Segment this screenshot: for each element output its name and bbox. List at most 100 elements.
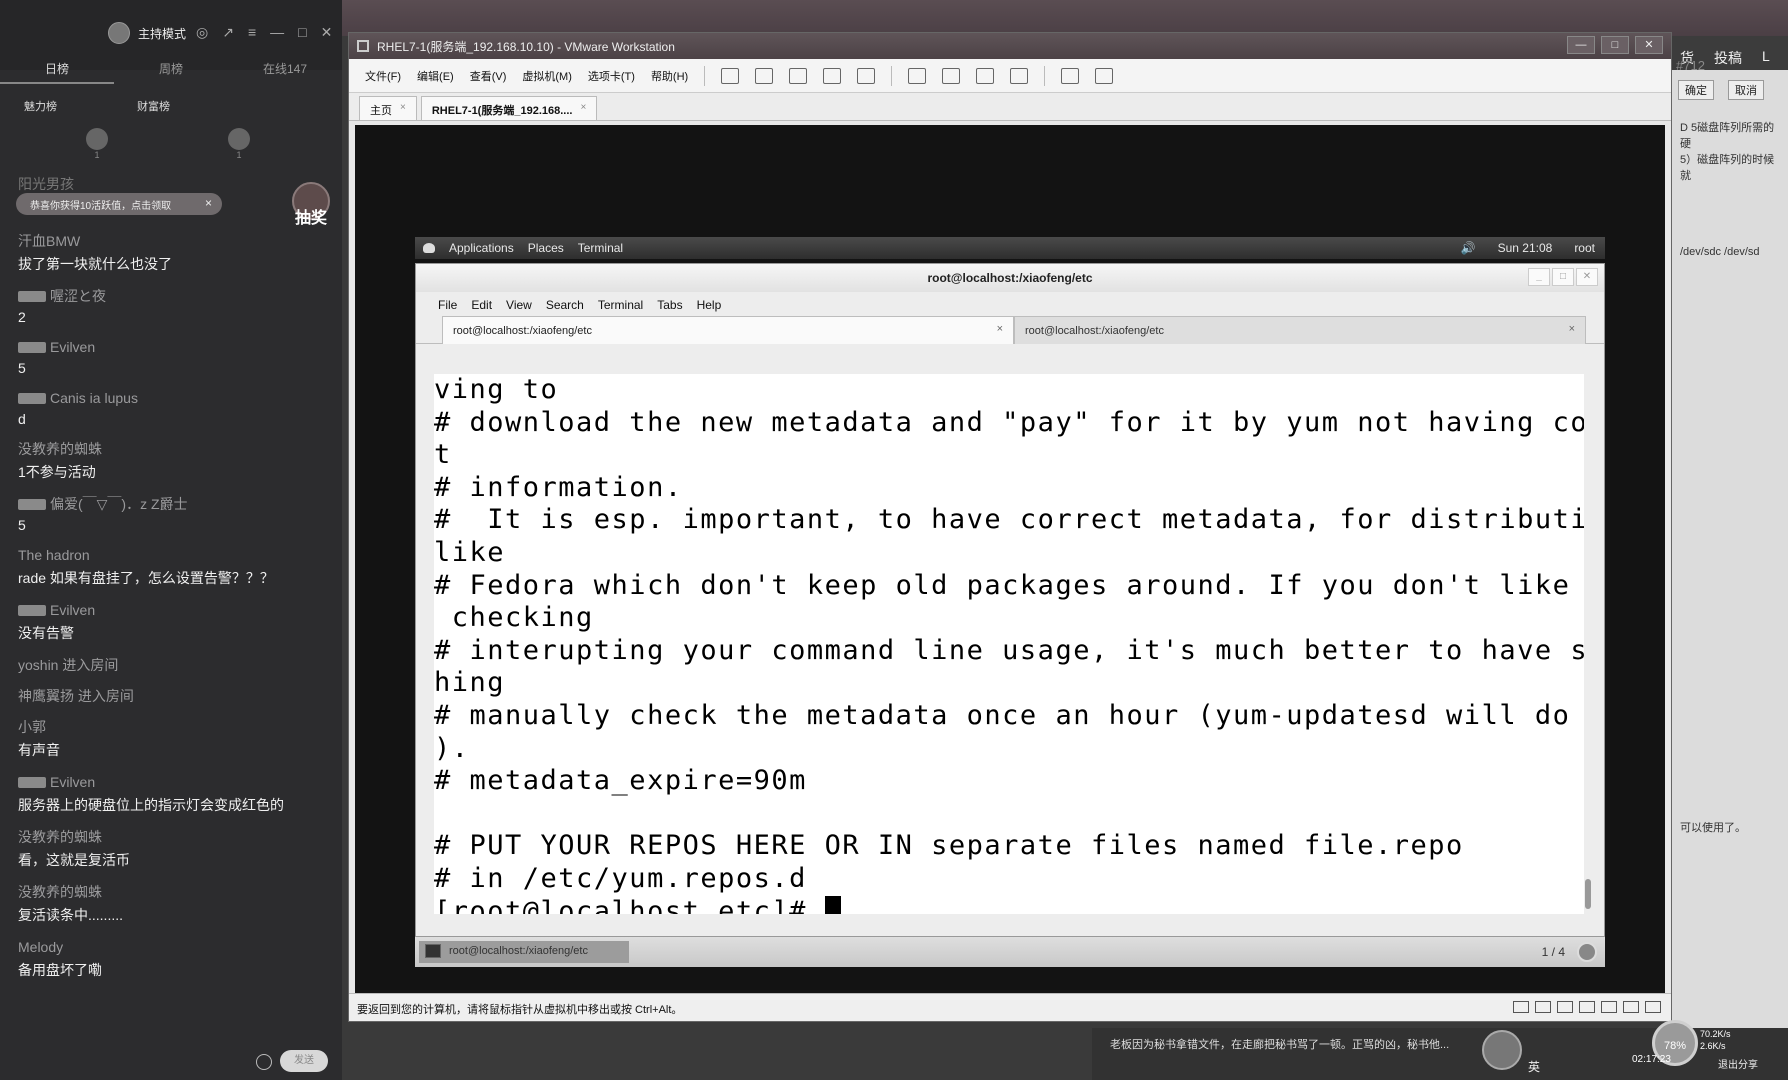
tab-home[interactable]: 主页 × <box>359 96 417 120</box>
snapshot-manager-icon[interactable] <box>857 67 876 84</box>
reward-banner[interactable]: 恭喜你获得10活跃值，点击领取 × <box>16 193 222 215</box>
close-icon[interactable]: × <box>997 323 1003 335</box>
nav-item[interactable]: L <box>1762 48 1770 70</box>
host-avatar[interactable] <box>108 22 130 44</box>
lottery-button[interactable]: 抽奖 <box>288 182 334 234</box>
menu-view[interactable]: 查看(V) <box>470 68 507 84</box>
rank-avatar[interactable] <box>228 128 250 150</box>
minimize-button[interactable]: _ <box>1528 268 1550 286</box>
menu-terminal[interactable]: Terminal <box>598 298 643 316</box>
nav-item[interactable]: 投稿 <box>1714 48 1742 70</box>
tab-online[interactable]: 在线147 <box>228 60 342 84</box>
ime-indicator[interactable]: 英 <box>1528 1058 1540 1075</box>
terminal-titlebar[interactable]: root@localhost:/xiaofeng/etc _ □ ✕ <box>416 264 1604 292</box>
wealth-rank-label[interactable]: 财富榜 <box>137 98 170 114</box>
news-ticker[interactable]: 老板因为秘书拿错文件，在走廊把秘书骂了一顿。正骂的凶，秘书他... <box>1110 1036 1449 1052</box>
minimize-button[interactable]: — <box>1567 36 1595 54</box>
display-icon[interactable] <box>1623 1001 1639 1013</box>
tab-vm[interactable]: RHEL7-1(服务端_192.168.... × <box>420 96 598 120</box>
clock[interactable]: Sun 21:08 <box>1498 241 1553 255</box>
message-username[interactable]: Evilven <box>18 338 328 356</box>
terminal-menu[interactable]: Terminal <box>578 241 623 255</box>
message-username[interactable]: 喔涩と夜 <box>18 287 328 305</box>
menu-edit[interactable]: Edit <box>471 298 492 316</box>
menu-view[interactable]: View <box>506 298 532 316</box>
console-icon[interactable] <box>1061 67 1080 84</box>
share-icon[interactable]: ↗ <box>222 24 234 41</box>
presenter-avatar[interactable] <box>1482 1030 1522 1070</box>
menu-icon[interactable]: ≡ <box>248 24 256 41</box>
charm-rank-label[interactable]: 魅力榜 <box>24 98 57 114</box>
maximize-button[interactable]: □ <box>1601 36 1629 54</box>
menu-tabs[interactable]: Tabs <box>657 298 682 316</box>
message-username[interactable]: Evilven <box>18 601 328 619</box>
speaker-icon[interactable]: 🔊 <box>1461 241 1476 255</box>
message-username[interactable]: The hadron <box>18 546 328 564</box>
emoji-icon[interactable] <box>256 1054 272 1070</box>
places-menu[interactable]: Places <box>528 241 564 255</box>
menu-help[interactable]: 帮助(H) <box>651 68 688 84</box>
tab-weekly[interactable]: 周榜 <box>114 60 228 84</box>
menu-edit[interactable]: 编辑(E) <box>417 68 454 84</box>
message-username[interactable]: 没教养的蜘蛛 <box>18 883 328 901</box>
vmware-titlebar[interactable]: RHEL7-1(服务端_192.168.10.10) - VMware Work… <box>349 33 1671 59</box>
taskbar-terminal-item[interactable]: root@localhost:/xiaofeng/etc <box>419 941 629 963</box>
thumbnail-icon[interactable] <box>942 67 961 84</box>
terminal-tab-2[interactable]: root@localhost:/xiaofeng/etc × <box>1014 316 1586 344</box>
terminal-scrollbar[interactable] <box>1584 374 1592 914</box>
fullscreen-icon[interactable] <box>976 67 995 84</box>
menu-help[interactable]: Help <box>697 298 722 316</box>
message-username[interactable]: Canis ia lupus <box>18 389 328 407</box>
menu-search[interactable]: Search <box>546 298 584 316</box>
menu-tabs[interactable]: 选项卡(T) <box>588 68 635 84</box>
message-username[interactable]: 小郭 <box>18 718 328 736</box>
close-button[interactable]: ✕ <box>1635 36 1663 54</box>
snapshot-icon[interactable] <box>789 67 808 84</box>
system-clock[interactable]: 02:17:23 <box>1632 1054 1671 1065</box>
message-username[interactable]: 偏爱(￣▽￣)．z Z爵士 <box>18 495 328 513</box>
message-username[interactable]: 没教养的蜘蛛 <box>18 440 328 458</box>
close-icon[interactable]: × <box>580 102 586 120</box>
confirm-button[interactable]: 确定 <box>1678 80 1714 100</box>
message-username[interactable]: 没教养的蜘蛛 <box>18 828 328 846</box>
message-icon[interactable] <box>1645 1001 1661 1013</box>
close-icon[interactable]: × <box>205 196 212 210</box>
message-username[interactable]: Melody <box>18 938 328 956</box>
sound-icon[interactable] <box>1601 1001 1617 1013</box>
pause-icon[interactable] <box>721 67 740 84</box>
close-icon[interactable]: ✕ <box>321 24 333 41</box>
close-icon[interactable]: × <box>1569 323 1575 335</box>
cdrom-icon[interactable] <box>1535 1001 1551 1013</box>
network-icon[interactable] <box>1557 1001 1573 1013</box>
revert-snapshot-icon[interactable] <box>823 67 842 84</box>
message-username[interactable]: 汗血BMW <box>18 232 328 250</box>
menu-vm[interactable]: 虚拟机(M) <box>522 68 572 84</box>
exit-share-button[interactable]: 退出分享 <box>1718 1056 1758 1071</box>
usb-icon[interactable] <box>1579 1001 1595 1013</box>
tab-daily[interactable]: 日榜 <box>0 60 114 84</box>
applications-menu[interactable]: Applications <box>449 241 514 255</box>
message-username[interactable]: yoshin 进入房间 <box>18 656 328 674</box>
terminal-output[interactable]: ving to # download the new metadata and "… <box>434 374 1592 914</box>
maximize-button[interactable]: □ <box>1552 268 1574 286</box>
vm-display[interactable]: Applications Places Terminal 🔊 Sun 21:08… <box>355 125 1665 993</box>
message-username[interactable]: 神鹰翼扬 进入房间 <box>18 687 328 705</box>
unity-icon[interactable] <box>1010 67 1029 84</box>
maximize-icon[interactable]: □ <box>298 24 306 41</box>
menu-file[interactable]: File <box>438 298 457 316</box>
close-button[interactable]: ✕ <box>1576 268 1598 286</box>
rank-avatar[interactable] <box>86 128 108 150</box>
stretch-icon[interactable] <box>1095 67 1114 84</box>
menu-file[interactable]: 文件(F) <box>365 68 401 84</box>
send-ctrl-alt-del-icon[interactable] <box>755 67 774 84</box>
message-username[interactable]: Evilven <box>18 773 328 791</box>
terminal-tab-1[interactable]: root@localhost:/xiaofeng/etc × <box>442 316 1014 344</box>
hdd-icon[interactable] <box>1513 1001 1529 1013</box>
settings-icon[interactable]: ◎ <box>196 24 208 41</box>
send-button[interactable]: 发送 <box>280 1050 328 1072</box>
minimize-icon[interactable]: — <box>270 24 284 41</box>
workspace-indicator[interactable]: 1 / 4 <box>1542 945 1565 959</box>
cancel-button[interactable]: 取消 <box>1728 80 1764 100</box>
scrollbar-thumb[interactable] <box>1585 879 1591 909</box>
sidebar-icon[interactable] <box>908 67 927 84</box>
